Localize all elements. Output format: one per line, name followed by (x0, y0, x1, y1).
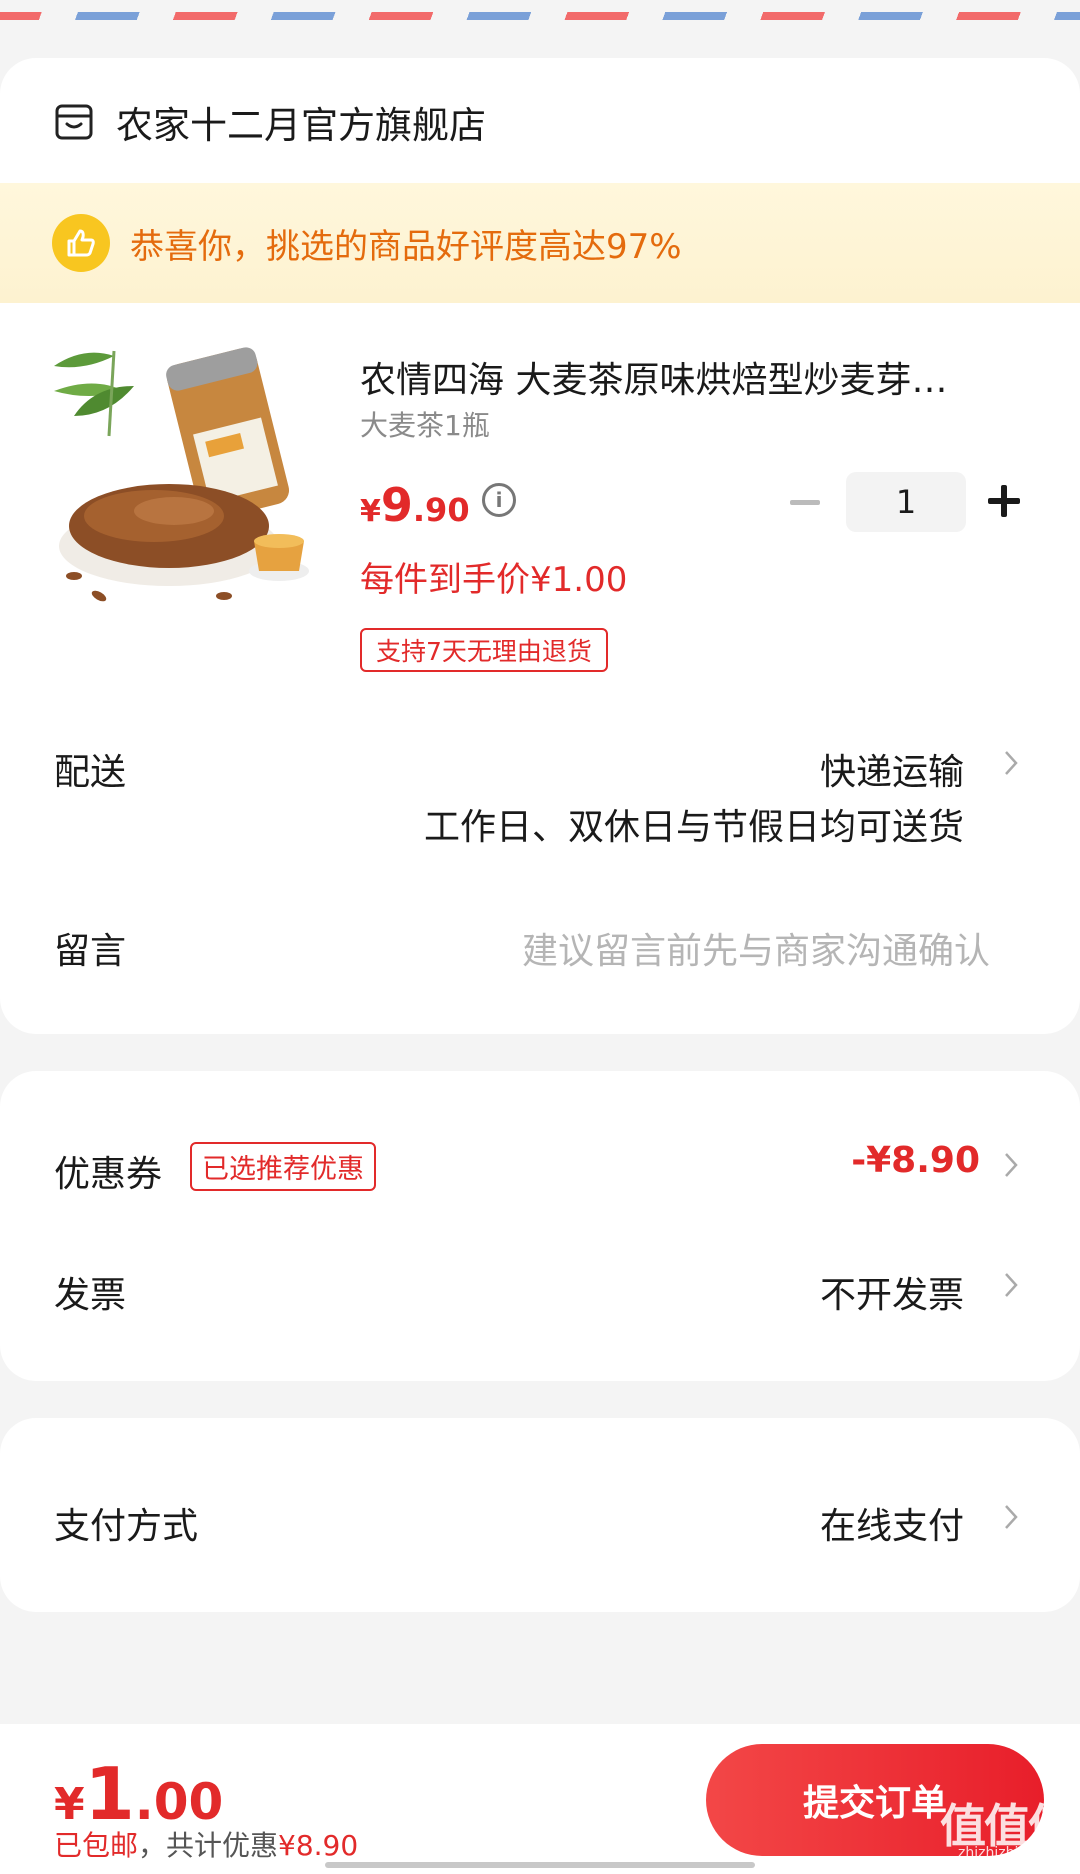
product-spec[interactable]: 大麦茶1瓶 (360, 404, 490, 444)
message-input[interactable]: 建议留言前先与商家沟通确认 (522, 922, 990, 974)
increase-quantity-button[interactable] (988, 485, 1020, 517)
thumbs-up-icon (52, 214, 110, 272)
price-symbol: ¥ (360, 494, 381, 529)
delivery-label: 配送 (54, 752, 127, 793)
chevron-right-icon[interactable] (1004, 1272, 1018, 1298)
product-price: ¥ 9 .90 (360, 478, 470, 532)
unit-price: 每件到手价¥1.00 (360, 560, 628, 600)
store-icon (54, 102, 94, 142)
total-decimal: .00 (134, 1773, 224, 1831)
chevron-right-icon[interactable] (1004, 1152, 1018, 1178)
saved-prefix: ，共计优惠 (138, 1829, 279, 1862)
chevron-right-icon[interactable] (1004, 1504, 1018, 1530)
watermark-url: zhizhizhi.com (958, 1845, 1053, 1861)
chevron-right-icon[interactable] (1004, 750, 1018, 776)
coupon-value[interactable]: -¥8.90 (851, 1140, 980, 1181)
saved-amount: ¥8.90 (278, 1829, 359, 1862)
product-image[interactable] (54, 346, 324, 616)
return-badge: 支持7天无理由退货 (360, 628, 608, 672)
coupon-label: 优惠券 (54, 1154, 163, 1195)
invoice-label: 发票 (54, 1275, 127, 1316)
praise-text: 恭喜你，挑选的商品好评度高达97% (130, 226, 682, 267)
price-decimal: .90 (412, 491, 470, 529)
decrease-quantity-button[interactable] (790, 500, 820, 505)
total-symbol: ¥ (54, 1779, 85, 1830)
payment-value[interactable]: 在线支付 (820, 1497, 964, 1549)
price-integer: 9 (380, 478, 413, 532)
quantity-input[interactable]: 1 (846, 472, 966, 532)
delivery-note: 工作日、双休日与节假日均可送货 (423, 807, 964, 848)
free-shipping-label: 已包邮 (54, 1829, 139, 1862)
message-label: 留言 (54, 931, 127, 972)
delivery-method[interactable]: 快递运输 (820, 743, 964, 795)
discount-card (0, 1071, 1080, 1381)
shop-name: 农家十二月官方旗舰店 (116, 104, 486, 147)
product-title[interactable]: 农情四海 大麦茶原味烘焙型炒麦芽… (360, 351, 1000, 403)
total-note: 已包邮，共计优惠¥8.90 (54, 1824, 358, 1864)
airmail-border (0, 0, 1080, 24)
invoice-value[interactable]: 不开发票 (820, 1266, 964, 1318)
praise-banner: 恭喜你，挑选的商品好评度高达97% (0, 183, 1080, 303)
payment-label: 支付方式 (54, 1506, 199, 1547)
info-icon[interactable]: i (482, 483, 516, 517)
coupon-badge: 已选推荐优惠 (190, 1142, 376, 1191)
home-indicator[interactable] (325, 1862, 755, 1868)
shop-header[interactable]: 农家十二月官方旗舰店 (54, 98, 486, 147)
